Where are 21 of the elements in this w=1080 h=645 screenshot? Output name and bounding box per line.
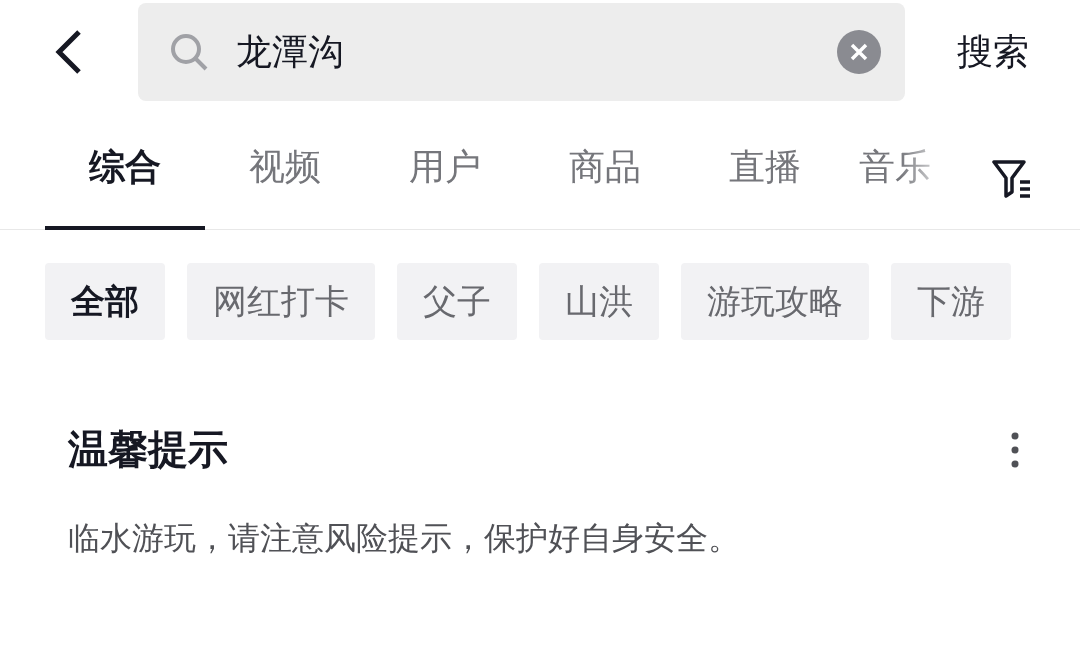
filter-chip[interactable]: 网红打卡 (187, 263, 375, 340)
notice-text: 临水游玩，请注意风险提示，保护好自身安全。 (68, 518, 741, 559)
tab[interactable]: 视频 (205, 104, 365, 230)
filter-chip[interactable]: 父子 (397, 263, 517, 340)
tab[interactable]: 直播 (685, 104, 845, 230)
tab[interactable]: 商品 (525, 104, 685, 230)
tab[interactable]: 音乐 (845, 104, 945, 230)
filter-chip[interactable]: 全部 (45, 263, 165, 340)
clear-icon[interactable] (837, 30, 881, 74)
tab[interactable]: 综合 (45, 104, 205, 230)
filter-chip[interactable]: 山洪 (539, 263, 659, 340)
chevron-left-icon (55, 28, 83, 76)
tab[interactable]: 用户 (365, 104, 525, 230)
filter-chip[interactable]: 游玩攻略 (681, 263, 869, 340)
notice-title: 温馨提示 (68, 425, 228, 474)
search-field[interactable]: 龙潭沟 (138, 3, 905, 101)
more-icon (1011, 431, 1019, 468)
search-button[interactable]: 搜索 (905, 22, 1080, 82)
filter-chip[interactable]: 下游 (891, 263, 1011, 340)
search-icon (168, 31, 210, 73)
search-value: 龙潭沟 (236, 29, 345, 74)
